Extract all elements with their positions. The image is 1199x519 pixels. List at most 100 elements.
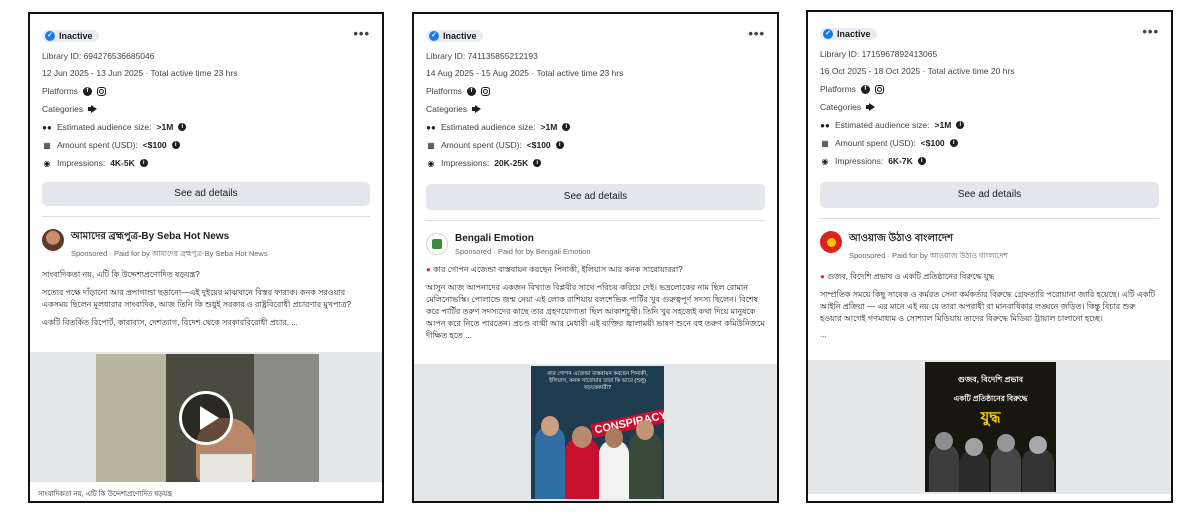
poster-word: যুদ্ধ [980, 409, 1001, 426]
amount-row: ▦ Amount spent (USD): <$100 i [426, 140, 765, 150]
platforms-row: Platforms f [426, 86, 765, 96]
info-icon[interactable]: i [917, 157, 926, 165]
info-icon[interactable]: i [533, 159, 542, 167]
ad-body-text: সাংবাদিকতা নয়, এটি কি উদ্দেশ্যপ্রণোদিত … [42, 269, 370, 329]
categories-row: Categories [426, 104, 765, 114]
ad-body-text: ● কার গোপন এজেন্ডা বাস্তবায়ন করছেন পিনা… [426, 264, 765, 342]
impressions-label: Impressions: [441, 158, 490, 168]
ad-media: কার গোপন এজেন্ডা বাস্তবায়ন করছেন পিনাকী… [414, 364, 777, 501]
impressions-value: 6K-7K [888, 156, 913, 166]
platforms-row: Platforms f [820, 84, 1159, 94]
see-ad-details-button[interactable]: See ad details [42, 182, 370, 206]
ad-post-preview: আওয়াজ উঠাও বাংলাদেশ Sponsored · Paid fo… [808, 219, 1171, 341]
audience-label: Estimated audience size: [835, 120, 930, 130]
page-name[interactable]: Bengali Emotion [455, 233, 591, 244]
status-badge: ✓ Inactive [426, 30, 483, 42]
active-dates: 12 Jun 2025 - 13 Jun 2025 · Total active… [42, 68, 238, 78]
audience-value: >1M [934, 120, 952, 130]
instagram-icon [480, 86, 490, 96]
impressions-row: ◉ Impressions: 4K-5K i [42, 158, 370, 168]
eye-icon: ◉ [427, 158, 435, 168]
poster-line: গুজব, বিদেশি প্রভাব [957, 375, 1024, 384]
status-label: Inactive [837, 29, 871, 39]
audience-row: ●● Estimated audience size: >1M i [820, 120, 1159, 130]
platforms-label: Platforms [42, 86, 78, 96]
info-icon[interactable]: i [956, 121, 965, 129]
categories-label: Categories [42, 104, 84, 114]
ad-headline: ● কার গোপন এজেন্ডা বাস্তবায়ন করছেন পিনা… [426, 264, 765, 276]
page-avatar[interactable] [426, 233, 448, 255]
receipt-icon: ▦ [427, 140, 435, 150]
platforms-row: Platforms f [42, 86, 370, 96]
ad-body-paragraph: সাংবাদিকতা নয়, এটি কি উদ্দেশ্যপ্রণোদিত … [42, 270, 200, 279]
categories-label: Categories [820, 102, 862, 112]
ad-poster-image[interactable]: কার গোপন এজেন্ডা বাস্তবায়ন করছেন পিনাকী… [531, 366, 664, 499]
audience-value: >1M [540, 122, 558, 132]
library-id: Library ID: 741135855212193 [426, 51, 538, 61]
see-ad-details-button[interactable]: See ad details [426, 184, 765, 210]
amount-label: Amount spent (USD): [57, 140, 138, 150]
ad-card-header: ✓ Inactive ••• Library ID: 1715967892413… [808, 12, 1171, 208]
categories-row: Categories [42, 104, 370, 114]
info-icon[interactable]: i [949, 139, 958, 147]
amount-label: Amount spent (USD): [441, 140, 522, 150]
sponsored-label: Sponsored · Paid for by Bengali Emotion [455, 247, 591, 256]
ad-headline-text: কার গোপন এজেন্ডা বাস্তবায়ন করছেন পিনাকী… [433, 265, 683, 274]
amount-value: <$100 [142, 140, 167, 150]
ad-poster-image[interactable]: গুজব, বিদেশি প্রভাব একটি প্রতিষ্ঠানের বি… [925, 362, 1056, 492]
inactive-check-icon: ✓ [429, 31, 439, 41]
people-icon: ●● [42, 122, 52, 132]
info-icon[interactable]: i [171, 141, 180, 149]
ad-post-preview: Bengali Emotion Sponsored · Paid for by … [414, 221, 777, 342]
ad-body-text: ● গুজব, বিদেশি প্রভাব ও একটি প্রতিষ্ঠানে… [820, 271, 1159, 341]
more-options-icon[interactable]: ••• [353, 26, 370, 41]
status-label: Inactive [443, 31, 477, 41]
people-icon: ●● [426, 122, 436, 132]
info-icon[interactable]: i [139, 159, 148, 167]
ad-headline: ● গুজব, বিদেশি প্রভাব ও একটি প্রতিষ্ঠানে… [820, 271, 1159, 283]
eye-icon: ◉ [43, 158, 51, 168]
platforms-label: Platforms [426, 86, 462, 96]
media-caption: সাংবাদিকতা নয়, এটি কি উদ্দেশ্যপ্রণোদিত … [38, 491, 173, 498]
ad-media [30, 352, 382, 482]
ad-post-preview: আমাদের ব্রহ্মপুত্র-By Seba Hot News Spon… [30, 217, 382, 329]
library-id: Library ID: 694276536685046 [42, 51, 155, 61]
ad-headline-text: গুজব, বিদেশি প্রভাব ও একটি প্রতিষ্ঠানের … [827, 272, 995, 281]
megaphone-icon [472, 105, 482, 113]
ad-card-1: ✓ Inactive ••• Library ID: 6942765366850… [28, 12, 384, 503]
more-options-icon[interactable]: ••• [1142, 24, 1159, 39]
info-icon[interactable]: i [562, 123, 571, 131]
audience-value: >1M [156, 122, 174, 132]
ad-body-paragraph: আসুন আজ আপনাদের একজন বিখ্যাত বিপ্লবীর সা… [426, 283, 765, 340]
see-ad-details-button[interactable]: See ad details [820, 182, 1159, 208]
audience-row: ●● Estimated audience size: >1M i [42, 122, 370, 132]
ad-card-header: ✓ Inactive ••• Library ID: 6942765366850… [30, 14, 382, 206]
info-icon[interactable]: i [178, 123, 187, 131]
impressions-row: ◉ Impressions: 20K-25K i [426, 158, 765, 168]
instagram-icon [96, 86, 106, 96]
categories-label: Categories [426, 104, 468, 114]
eye-icon: ◉ [821, 156, 829, 166]
poster-headline: কার গোপন এজেন্ডা বাস্তবায়ন করছেন পিনাকী… [547, 371, 648, 391]
active-dates: 14 Aug 2025 - 15 Aug 2025 · Total active… [426, 68, 624, 78]
audience-label: Estimated audience size: [441, 122, 536, 132]
more-options-icon[interactable]: ••• [748, 26, 765, 41]
impressions-value: 4K-5K [110, 158, 135, 168]
page-avatar[interactable] [820, 231, 842, 253]
amount-row: ▦ Amount spent (USD): <$100 i [42, 140, 370, 150]
page-avatar[interactable] [42, 229, 64, 251]
red-dot-icon: ● [820, 272, 825, 281]
impressions-label: Impressions: [835, 156, 884, 166]
facebook-icon: f [466, 86, 476, 96]
play-icon[interactable] [179, 391, 233, 445]
ad-video[interactable] [96, 354, 319, 482]
megaphone-icon [88, 105, 98, 113]
active-dates: 16 Oct 2025 - 18 Oct 2025 · Total active… [820, 66, 1015, 76]
impressions-label: Impressions: [57, 158, 106, 168]
ad-body-ellipsis: ... [820, 330, 827, 339]
ad-body-paragraph: একটি বিতর্কিত রিপোর্ট, কারাবাস, দেশত্যাগ… [42, 318, 298, 327]
ad-media: গুজব, বিদেশি প্রভাব একটি প্রতিষ্ঠানের বি… [808, 360, 1171, 494]
info-icon[interactable]: i [555, 141, 564, 149]
page-name[interactable]: আমাদের ব্রহ্মপুত্র-By Seba Hot News [71, 229, 268, 246]
page-name[interactable]: আওয়াজ উঠাও বাংলাদেশ [849, 231, 1008, 248]
